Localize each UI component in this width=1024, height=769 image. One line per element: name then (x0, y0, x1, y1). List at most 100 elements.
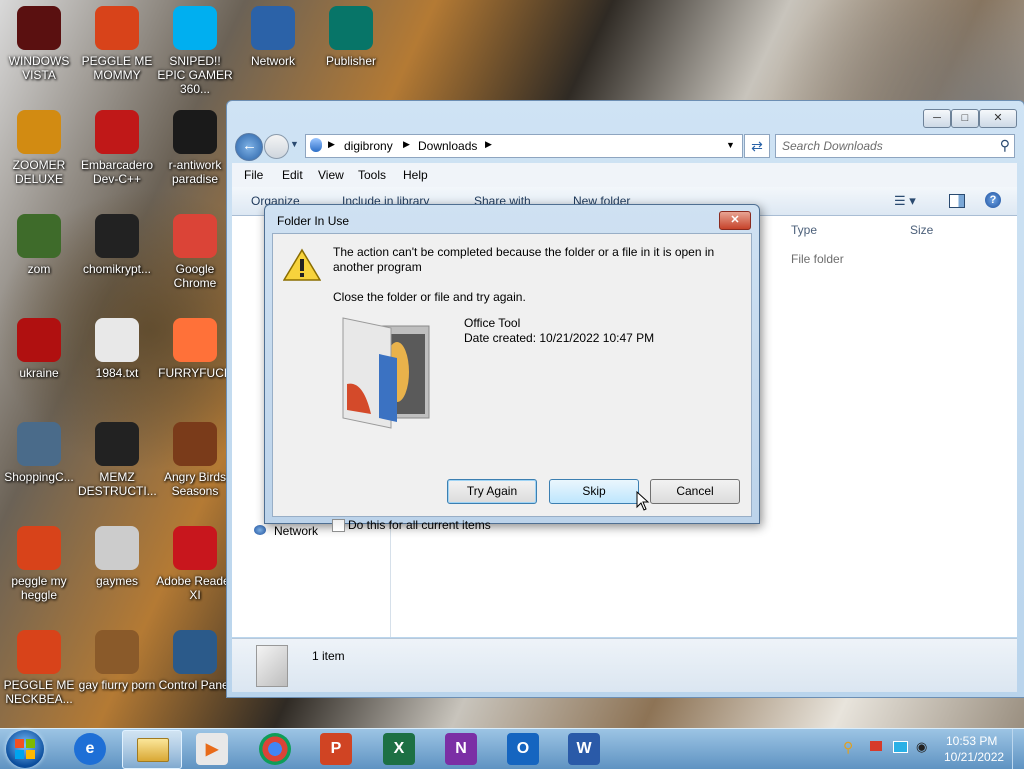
menu-view[interactable]: View (318, 168, 344, 182)
desktop-icon[interactable]: Adobe Reader XI (156, 526, 234, 602)
clock-time[interactable]: 10:53 PM (946, 734, 997, 748)
dialog-body: The action can't be completed because th… (272, 233, 752, 532)
recent-pages-chevron-icon[interactable]: ▼ (290, 139, 299, 149)
app-icon (17, 630, 61, 674)
column-size[interactable]: Size (910, 223, 933, 237)
desktop-icon[interactable]: chomikrypt... (78, 214, 156, 276)
back-button[interactable]: ← (235, 133, 263, 161)
desktop-icon[interactable]: MEMZ DESTRUCTI... (78, 422, 157, 498)
app-icon (17, 214, 61, 258)
desktop-icon[interactable]: Network (234, 6, 312, 68)
cancel-label: Cancel (676, 484, 714, 498)
status-bar: 1 item (232, 638, 1017, 692)
status-folder-icon (256, 645, 288, 687)
flag-tray-icon[interactable] (870, 741, 882, 751)
desktop-icon-label: ukraine (19, 366, 59, 380)
desktop-icon[interactable]: Google Chrome (156, 214, 234, 290)
menu-help[interactable]: Help (403, 168, 428, 182)
desktop-icon-label: Control Panel (158, 678, 232, 692)
preview-pane-icon[interactable] (949, 194, 965, 208)
explorer-taskbar-button[interactable] (122, 730, 182, 769)
show-desktop-button[interactable] (1012, 729, 1024, 769)
word-icon[interactable]: W (568, 733, 600, 765)
close-button[interactable]: ✕ (979, 109, 1017, 128)
desktop-icon-label: Embarcadero Dev-C++ (80, 158, 154, 186)
desktop-icon-label: MEMZ DESTRUCTI... (78, 470, 157, 498)
search-placeholder: Search Downloads (782, 139, 883, 153)
start-button[interactable] (6, 730, 44, 768)
maximize-button[interactable]: □ (951, 109, 979, 128)
app-icon (95, 630, 139, 674)
desktop-icon-label: r-antiwork paradise (168, 158, 222, 186)
skip-button[interactable]: Skip (549, 479, 639, 504)
help-icon[interactable]: ? (985, 192, 1001, 208)
desktop-icon[interactable]: WINDOWS VISTA (0, 6, 78, 82)
app-icon (95, 318, 139, 362)
desktop-icon-label: FURRYFUCK (158, 366, 232, 380)
volume-tray-icon[interactable]: ◉ (916, 739, 927, 755)
search-tray-icon[interactable]: ⚲ (843, 739, 853, 756)
search-icon[interactable]: ⚲ (1000, 137, 1010, 154)
onenote-icon[interactable]: N (445, 733, 477, 765)
desktop-icon[interactable]: ukraine (0, 318, 78, 380)
app-icon (173, 422, 217, 466)
cancel-button[interactable]: Cancel (650, 479, 740, 504)
desktop-icon[interactable]: Embarcadero Dev-C++ (78, 110, 156, 186)
internet-explorer-icon[interactable]: e (74, 733, 106, 765)
desktop-icon-label: PEGGLE ME MOMMY (81, 54, 153, 82)
desktop-icon-label: zom (27, 262, 51, 276)
menu-tools[interactable]: Tools (358, 168, 386, 182)
desktop-icon[interactable]: ShoppingC... (0, 422, 78, 484)
desktop-icon[interactable]: ZOOMER DELUXE (0, 110, 78, 186)
desktop-icon[interactable]: zom (0, 214, 78, 276)
menu-file[interactable]: File (244, 168, 263, 182)
desktop-icon-label: WINDOWS VISTA (8, 54, 70, 82)
folder-path-icon (310, 138, 322, 152)
breadcrumb-digibrony[interactable]: digibrony (344, 139, 393, 153)
excel-icon[interactable]: X (383, 733, 415, 765)
view-options-icon[interactable]: ☰ ▾ (894, 193, 916, 209)
apply-to-all-checkbox[interactable] (332, 519, 345, 532)
desktop-icon[interactable]: peggle my heggle (0, 526, 78, 602)
search-input[interactable]: Search Downloads ⚲ (775, 134, 1015, 158)
desktop-icon[interactable]: gaymes (78, 526, 156, 588)
forward-button[interactable] (264, 134, 289, 159)
breadcrumb-separator-icon: ▶ (328, 139, 335, 149)
desktop-icon[interactable]: gay fiurry porn (78, 630, 156, 692)
folder-in-use-dialog: Folder In Use ✕ The action can't be comp… (264, 204, 760, 532)
breadcrumb-downloads[interactable]: Downloads (418, 139, 477, 153)
app-icon (95, 422, 139, 466)
media-player-icon[interactable]: ▶ (196, 733, 228, 765)
desktop-icon-label: Publisher (325, 54, 377, 68)
column-type[interactable]: Type (791, 223, 817, 237)
display-tray-icon[interactable] (893, 741, 908, 753)
app-icon (95, 110, 139, 154)
minimize-button[interactable]: ─ (923, 109, 951, 128)
desktop-icon[interactable]: Angry Birds Seasons (156, 422, 234, 498)
nav-network[interactable]: Network (274, 524, 318, 538)
app-icon (173, 526, 217, 570)
address-bar[interactable]: ▶ digibrony ▶ Downloads ▶ ▼ (305, 134, 743, 158)
desktop-icon[interactable]: Publisher (312, 6, 390, 68)
desktop-icon[interactable]: FURRYFUCK (156, 318, 234, 380)
address-dropdown-icon[interactable]: ▼ (726, 140, 735, 150)
menu-edit[interactable]: Edit (282, 168, 303, 182)
refresh-button[interactable]: ⇄ (744, 134, 770, 158)
dialog-close-button[interactable]: ✕ (719, 211, 751, 230)
desktop-icon-label: 1984.txt (95, 366, 139, 380)
desktop-icon[interactable]: r-antiwork paradise (156, 110, 234, 186)
clock-date[interactable]: 10/21/2022 (944, 750, 1004, 764)
outlook-icon[interactable]: O (507, 733, 539, 765)
google-chrome-icon[interactable] (259, 733, 291, 765)
app-icon (95, 526, 139, 570)
desktop-icon[interactable]: 1984.txt (78, 318, 156, 380)
desktop-icon[interactable]: SNIPED!! EPIC GAMER 360... (156, 6, 234, 96)
desktop-icon-label: Angry Birds Seasons (163, 470, 227, 498)
desktop-icon[interactable]: Control Panel (156, 630, 234, 692)
powerpoint-icon[interactable]: P (320, 733, 352, 765)
desktop-icon[interactable]: PEGGLE ME MOMMY (78, 6, 156, 82)
try-again-button[interactable]: Try Again (447, 479, 537, 504)
instruction-text: Close the folder or file and try again. (333, 290, 526, 304)
apply-to-all-label[interactable]: Do this for all current items (348, 518, 491, 532)
desktop-icon[interactable]: PEGGLE ME NECKBEA... (0, 630, 78, 706)
